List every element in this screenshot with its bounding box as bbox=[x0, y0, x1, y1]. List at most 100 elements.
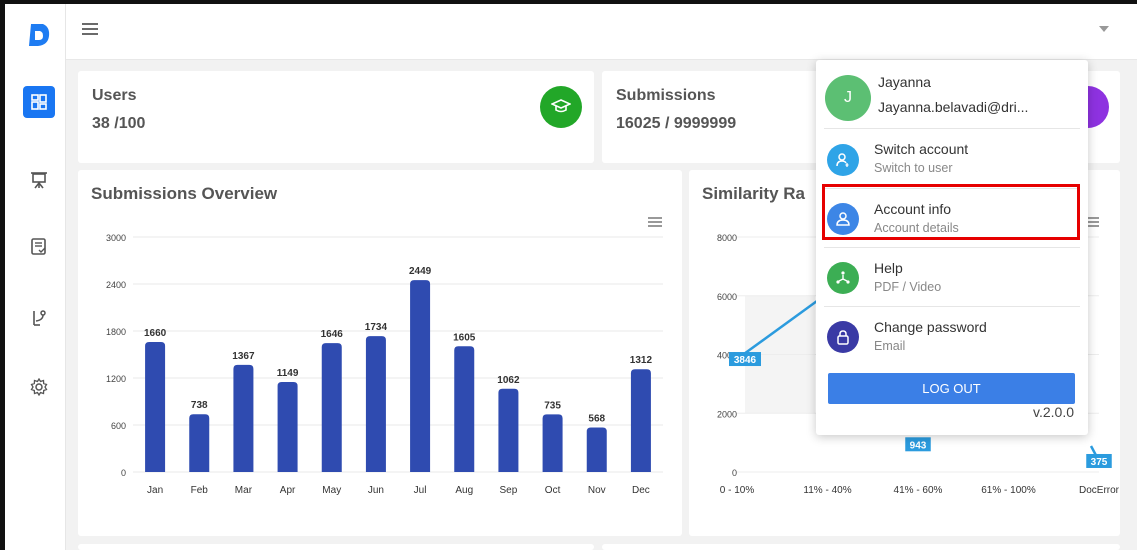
bar bbox=[321, 343, 342, 472]
y-tick-label: 600 bbox=[111, 421, 126, 431]
data-label: 738 bbox=[191, 400, 208, 411]
presentation-icon bbox=[31, 172, 47, 189]
divider bbox=[824, 247, 1080, 248]
logout-button[interactable]: LOG OUT bbox=[828, 373, 1075, 404]
x-tick-label: Jun bbox=[368, 485, 384, 496]
users-badge bbox=[540, 86, 582, 128]
y-tick-label: 8000 bbox=[717, 233, 737, 243]
menu-item-label: Change password bbox=[874, 319, 987, 335]
sidebar bbox=[5, 4, 66, 550]
data-label: 1605 bbox=[453, 332, 476, 343]
lock-icon bbox=[827, 321, 859, 353]
data-label: 375 bbox=[1091, 457, 1108, 468]
submissions-overview-panel: Submissions Overview 0 600 1200 1800 2400 300… bbox=[78, 170, 682, 536]
nav-reports[interactable] bbox=[23, 231, 55, 263]
x-tick-label: 11% - 40% bbox=[803, 485, 851, 496]
y-tick-label: 2000 bbox=[717, 409, 737, 419]
users-card: Users 38 /100 bbox=[78, 71, 594, 163]
x-tick-label: Aug bbox=[455, 485, 473, 496]
bar bbox=[542, 414, 563, 472]
y-tick-label: 0 bbox=[121, 468, 126, 478]
data-label: 1312 bbox=[630, 355, 653, 366]
y-tick-label: 1800 bbox=[106, 327, 126, 337]
submissions-title: Submissions bbox=[616, 87, 716, 104]
app-version: v.2.0.0 bbox=[1033, 404, 1074, 420]
menu-item-sublabel: Switch to user bbox=[874, 161, 953, 175]
x-tick-label: Jul bbox=[414, 485, 427, 496]
data-label: 1660 bbox=[144, 328, 167, 339]
data-label: 1734 bbox=[365, 322, 388, 333]
menu-item-change-password[interactable]: Change password Email bbox=[816, 309, 1088, 365]
x-tick-label: Apr bbox=[280, 485, 296, 496]
bar bbox=[277, 381, 298, 472]
user-email: Jayanna.belavadi@dri... bbox=[878, 99, 1029, 115]
x-tick-label: 41% - 60% bbox=[894, 485, 943, 496]
divider bbox=[824, 306, 1080, 307]
data-label: 1062 bbox=[497, 375, 520, 386]
menu-item-switch-account[interactable]: Switch account Switch to user bbox=[816, 132, 1088, 188]
x-tick-label: Jan bbox=[147, 485, 163, 496]
chevron-down-icon[interactable] bbox=[1099, 26, 1109, 32]
data-label: 1646 bbox=[321, 329, 344, 340]
graduation-cap-icon bbox=[551, 99, 571, 113]
data-label: 1149 bbox=[277, 368, 299, 379]
x-tick-label: Mar bbox=[235, 485, 253, 496]
menu-item-label: Help bbox=[874, 260, 903, 276]
x-tick-label: 61% - 100% bbox=[981, 485, 1036, 496]
bar bbox=[454, 346, 475, 472]
bottom-card-right bbox=[602, 544, 1120, 550]
user-name: Jayanna bbox=[878, 74, 931, 90]
submissions-bar-chart: 0 600 1200 1800 2400 3000 1660 Jan 738 Feb 1367 Mar… bbox=[106, 233, 663, 496]
x-tick-label: Nov bbox=[588, 485, 606, 496]
x-tick-label: May bbox=[322, 485, 341, 496]
users-title: Users bbox=[92, 87, 137, 104]
switch-user-icon bbox=[827, 144, 859, 176]
menu-item-sublabel: PDF / Video bbox=[874, 280, 942, 294]
data-label: 1367 bbox=[232, 351, 255, 362]
y-tick-label: 2400 bbox=[106, 280, 126, 290]
help-icon bbox=[827, 262, 859, 294]
x-tick-label: Dec bbox=[632, 485, 650, 496]
submissions-value: 16025 / 9999999 bbox=[616, 115, 737, 132]
users-value: 38 /100 bbox=[92, 115, 146, 132]
divider bbox=[824, 128, 1080, 129]
dashboard-icon bbox=[31, 94, 47, 110]
bar bbox=[630, 369, 651, 472]
nav-settings[interactable] bbox=[23, 371, 55, 403]
x-tick-label: Feb bbox=[191, 485, 209, 496]
x-tick-label: 0 - 10% bbox=[720, 485, 755, 496]
data-label: 943 bbox=[910, 440, 927, 451]
hamburger-menu-icon[interactable] bbox=[82, 22, 98, 36]
data-label: 735 bbox=[544, 400, 561, 411]
user-dropdown-menu: J Jayanna Jayanna.belavadi@dri... Switch… bbox=[816, 60, 1088, 435]
bar bbox=[498, 388, 519, 472]
y-tick-label: 1200 bbox=[106, 374, 126, 384]
bar bbox=[365, 336, 386, 472]
menu-item-label: Switch account bbox=[874, 141, 969, 157]
menu-item-help[interactable]: Help PDF / Video bbox=[816, 250, 1088, 306]
avatar: J bbox=[825, 75, 871, 121]
nav-dashboard[interactable] bbox=[23, 86, 55, 118]
nav-presentation[interactable] bbox=[23, 164, 55, 196]
bar bbox=[189, 414, 210, 472]
branch-icon bbox=[33, 310, 46, 326]
y-tick-label: 6000 bbox=[717, 292, 737, 302]
gear-icon bbox=[30, 378, 48, 396]
highlight-box bbox=[822, 184, 1080, 240]
y-tick-label: 0 bbox=[732, 468, 737, 478]
document-check-icon bbox=[31, 238, 46, 255]
bar bbox=[145, 341, 166, 472]
data-label: 568 bbox=[588, 414, 605, 425]
bar bbox=[410, 280, 431, 472]
data-label: 3846 bbox=[734, 355, 757, 366]
bar bbox=[233, 364, 254, 472]
bottom-card-left bbox=[78, 544, 594, 550]
x-tick-label: DocError bbox=[1079, 485, 1120, 496]
bar bbox=[586, 427, 607, 472]
nav-branches[interactable] bbox=[23, 302, 55, 334]
top-bar bbox=[66, 4, 1137, 60]
x-tick-label: Oct bbox=[545, 485, 561, 496]
y-tick-label: 3000 bbox=[106, 233, 126, 243]
app-logo-icon[interactable] bbox=[25, 22, 51, 48]
menu-item-sublabel: Email bbox=[874, 339, 906, 353]
